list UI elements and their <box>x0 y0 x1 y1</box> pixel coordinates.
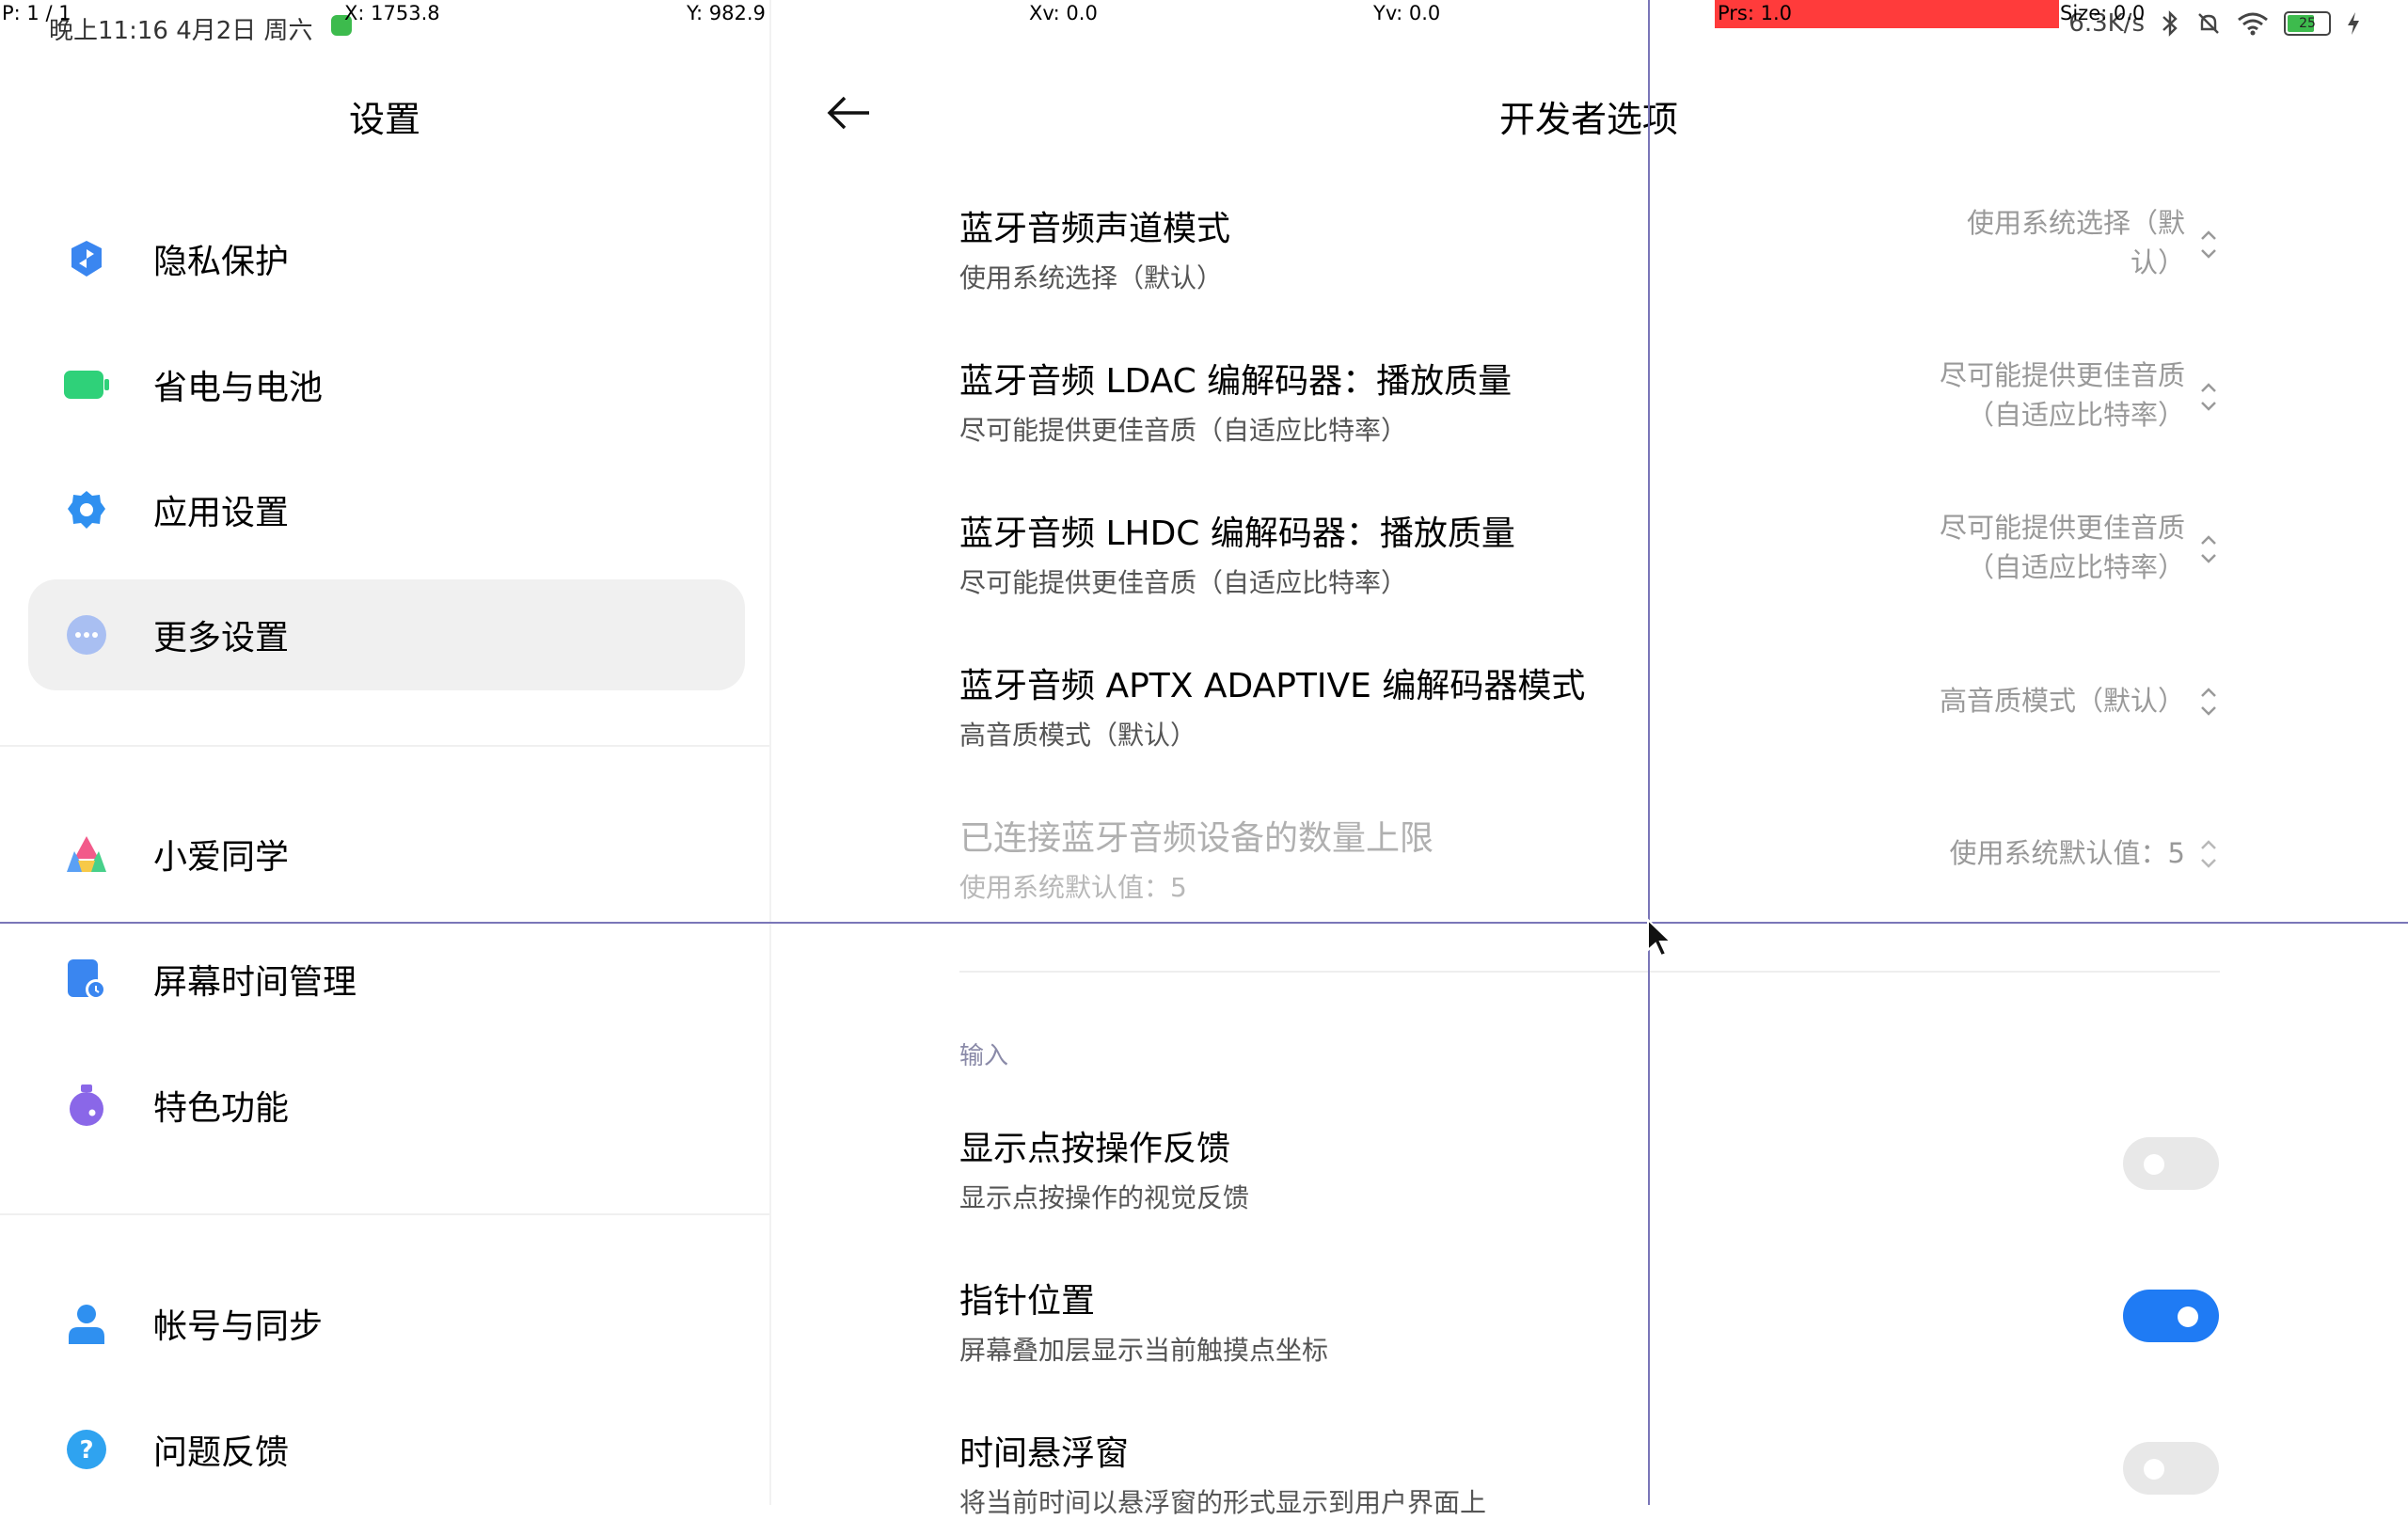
sidebar-item-screen-time[interactable]: 屏幕时间管理 <box>28 924 745 1035</box>
sidebar-item-battery[interactable]: 省电与电池 <box>28 329 745 440</box>
pref-title: 时间悬浮窗 <box>959 1434 1130 1473</box>
sidebar-title: 设置 <box>348 99 420 140</box>
chevron-updown-icon <box>2201 383 2216 411</box>
pointer-x: X: 1753.8 <box>344 2 440 24</box>
crosshair-horizontal <box>0 922 2408 924</box>
mouse-cursor-icon <box>1647 918 1673 958</box>
section-divider <box>959 971 2220 973</box>
sidebar-item-label: 屏幕时间管理 <box>153 963 357 1002</box>
pointer-xv: Xv: 0.0 <box>1029 2 1098 24</box>
pointer-y: Y: 982.9 <box>687 2 766 24</box>
pref-subtitle: 屏幕叠加层显示当前触摸点坐标 <box>959 1335 1329 1366</box>
pointer-count: P: 1 / 1 <box>2 2 71 24</box>
sidebar-item-label: 隐私保护 <box>153 243 290 281</box>
privacy-shield-icon <box>64 236 109 281</box>
sidebar-item-label: 帐号与同步 <box>153 1307 324 1346</box>
xiaoai-icon <box>64 831 109 877</box>
help-icon: ? <box>64 1427 109 1472</box>
pref-subtitle: 使用系统默认值：5 <box>959 872 1187 903</box>
time-floating-window-toggle[interactable] <box>2123 1442 2219 1495</box>
pref-title: 指针位置 <box>959 1282 1096 1321</box>
sidebar-divider <box>0 745 769 747</box>
screen-time-icon <box>64 957 109 1002</box>
sidebar-item-privacy[interactable]: 隐私保护 <box>28 203 745 314</box>
pointer-location-toggle[interactable] <box>2123 1290 2219 1342</box>
pref-value[interactable]: 使用系统选择（默 认） <box>1875 203 2185 282</box>
pref-value[interactable]: 高音质模式（默认） <box>1875 681 2185 720</box>
pref-value: 使用系统默认值：5 <box>1949 837 2185 869</box>
pref-time-floating-window[interactable]: 时间悬浮窗 将当前时间以悬浮窗的形式显示到用户界面上 <box>959 1426 2220 1520</box>
show-taps-toggle[interactable] <box>2123 1137 2219 1190</box>
pref-title: 显示点按操作反馈 <box>959 1130 1231 1168</box>
pref-subtitle: 高音质模式（默认） <box>959 720 1197 751</box>
battery-icon <box>64 362 109 407</box>
pref-pointer-location[interactable]: 指针位置 屏幕叠加层显示当前触摸点坐标 <box>959 1274 2220 1368</box>
chevron-updown-icon <box>2201 230 2216 259</box>
pref-subtitle: 将当前时间以悬浮窗的形式显示到用户界面上 <box>959 1487 1487 1518</box>
pref-show-taps[interactable]: 显示点按操作反馈 显示点按操作的视觉反馈 <box>959 1121 2220 1215</box>
chevron-updown-icon <box>2201 535 2216 563</box>
sidebar-item-account-sync[interactable]: 帐号与同步 <box>28 1268 745 1379</box>
svg-text:?: ? <box>79 1436 93 1465</box>
account-icon <box>64 1301 109 1346</box>
settings-sidebar: 设置 隐私保护 省电与电池 应用设置 更多设置 小爱同学 屏幕时间管理 特色功能… <box>0 0 771 1505</box>
pointer-size: Size: 0.0 <box>2060 2 2146 24</box>
pointer-yv: Yv: 0.0 <box>1373 2 1441 24</box>
gear-icon <box>64 487 109 532</box>
sidebar-item-app-settings[interactable]: 应用设置 <box>28 454 745 565</box>
sidebar-item-label: 更多设置 <box>153 619 290 657</box>
pointer-location-overlay: P: 1 / 1 X: 1753.8 Y: 982.9 Xv: 0.0 Yv: … <box>0 0 2408 30</box>
crosshair-vertical <box>1648 0 1650 1505</box>
chevron-updown-icon <box>2201 840 2216 868</box>
pointer-pressure: Prs: 1.0 <box>1718 2 1793 24</box>
features-icon <box>64 1083 109 1128</box>
pref-value[interactable]: 尽可能提供更佳音质 （自适应比特率） <box>1875 508 2185 587</box>
sidebar-divider <box>0 1213 769 1215</box>
pref-value[interactable]: 尽可能提供更佳音质 （自适应比特率） <box>1875 356 2185 435</box>
section-header-input: 输入 <box>959 1042 1009 1070</box>
sidebar-item-label: 特色功能 <box>153 1089 290 1128</box>
sidebar-item-label: 问题反馈 <box>153 1433 290 1472</box>
sidebar-item-more-settings[interactable]: 更多设置 <box>28 579 745 690</box>
sidebar-item-label: 应用设置 <box>153 494 290 532</box>
sidebar-item-xiaoai[interactable]: 小爱同学 <box>28 799 745 910</box>
sidebar-item-feedback[interactable]: ? 问题反馈 <box>28 1394 745 1505</box>
chevron-updown-icon <box>2201 688 2216 716</box>
sidebar-item-label: 小爱同学 <box>153 838 290 877</box>
more-dots-icon <box>64 612 109 657</box>
sidebar-item-label: 省电与电池 <box>153 369 324 407</box>
sidebar-item-features[interactable]: 特色功能 <box>28 1050 745 1161</box>
pref-subtitle: 显示点按操作的视觉反馈 <box>959 1182 1250 1213</box>
page-title: 开发者选项 <box>1498 99 1678 140</box>
